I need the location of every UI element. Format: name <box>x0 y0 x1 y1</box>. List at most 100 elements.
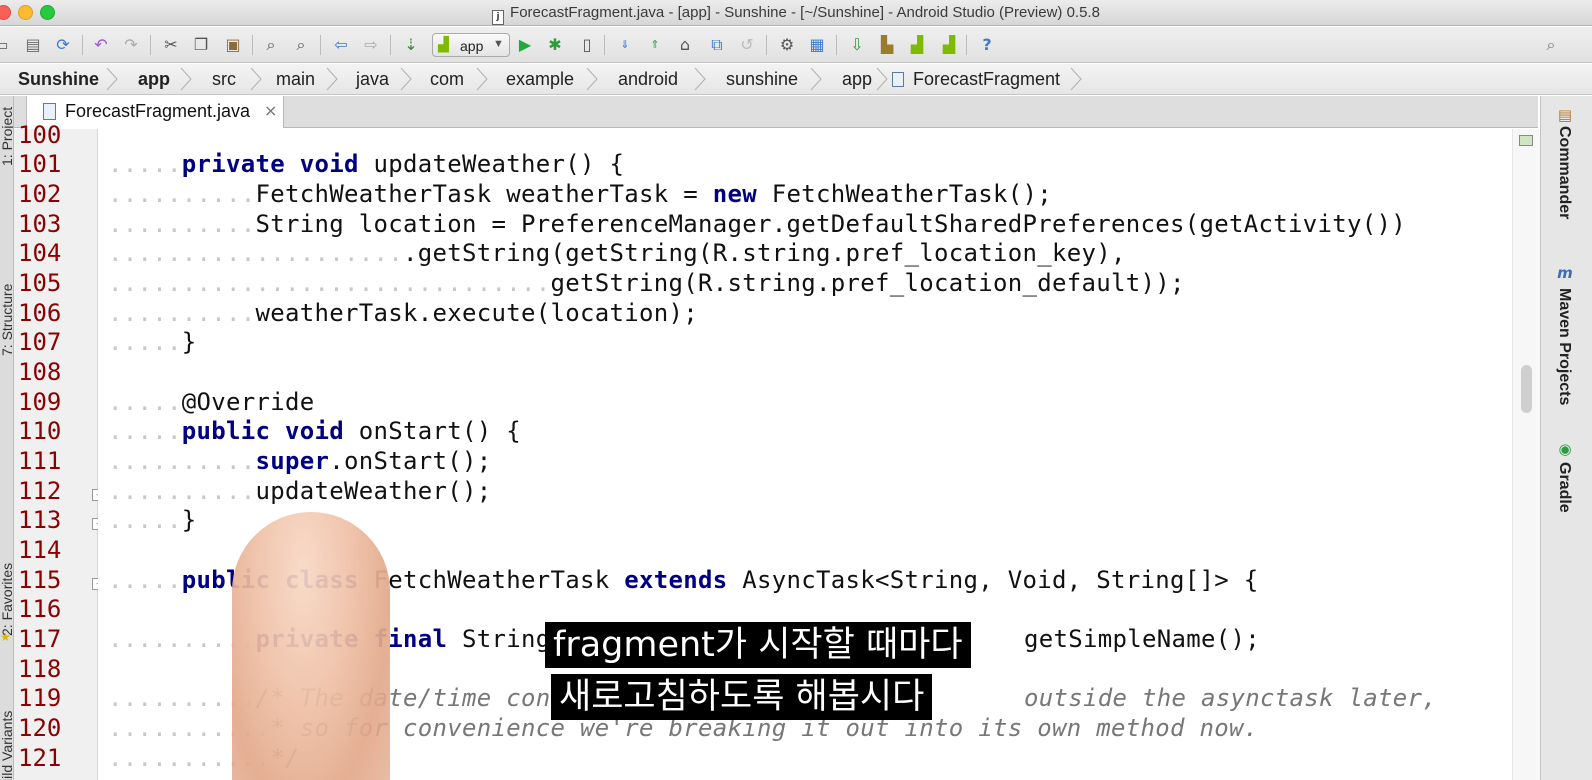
breadcrumb-separator-icon <box>106 67 118 91</box>
debug-icon[interactable]: ✱ <box>544 34 566 56</box>
line-number: 121 <box>18 744 62 772</box>
line-number: 109 <box>18 388 62 416</box>
vcs-push-icon[interactable]: ⌂ <box>674 34 696 56</box>
subtitle-line-1: fragment가 시작할 때마다 <box>545 622 971 668</box>
toolbar-separator <box>836 35 837 55</box>
copy-icon[interactable]: ❐ <box>190 34 212 56</box>
android-device-monitor-icon[interactable]: ▟ <box>906 34 928 56</box>
window-title-wrap: j ForecastFragment.java - [app] - Sunshin… <box>0 4 1592 25</box>
code-line-101: .....private void updateWeather() { <box>108 150 625 178</box>
toolbar-separator <box>320 35 321 55</box>
right-tool-window-strip: ▤ Commander m Maven Projects ◉ Gradle <box>1540 96 1592 780</box>
compare-icon[interactable]: ⧉ <box>706 34 728 56</box>
inspection-status-icon[interactable] <box>1519 135 1533 146</box>
find-icon[interactable]: ⌕ <box>260 34 282 56</box>
save-icon[interactable]: ▤ <box>22 34 44 56</box>
breadcrumb-separator-icon <box>586 67 598 91</box>
back-icon[interactable]: ⇦ <box>330 34 352 56</box>
breadcrumb-separator-icon <box>400 67 412 91</box>
paste-icon[interactable]: ▣ <box>222 34 244 56</box>
code-line-109: .....@Override <box>108 388 315 416</box>
breadcrumb-module[interactable]: app <box>138 69 170 90</box>
line-number: 104 <box>18 239 62 267</box>
main-toolbar: ▭ ▤ ⟳ ↶ ↷ ✂ ❐ ▣ ⌕ ⌕ ⇦ ⇨ ⇣ ▟ app ▼ ▶ ✱ ▯ … <box>0 27 1592 63</box>
line-number: 113 <box>18 506 62 534</box>
title-bar: j ForecastFragment.java - [app] - Sunshin… <box>0 0 1592 26</box>
search-icon[interactable]: ⌕ <box>1540 34 1562 56</box>
breadcrumb-separator-icon <box>1070 67 1082 91</box>
tool-window-structure[interactable]: 7: Structure <box>0 284 13 356</box>
code-line-113: .....} <box>108 506 197 534</box>
tool-window-favorites[interactable]: 2: Favorites <box>0 563 13 636</box>
scrollbar-thumb[interactable] <box>1521 365 1532 413</box>
close-icon[interactable]: × <box>264 101 277 120</box>
tool-window-maven-projects[interactable]: Maven Projects <box>1555 288 1573 405</box>
toolbar-separator <box>82 35 83 55</box>
project-structure-icon[interactable]: ▦ <box>806 34 828 56</box>
run-configuration-dropdown[interactable]: ▟ app ▼ <box>432 33 510 57</box>
line-number: 110 <box>18 417 62 445</box>
help-icon[interactable]: ? <box>976 34 998 56</box>
toolbar-separator <box>150 35 151 55</box>
tool-window-commander[interactable]: Commander <box>1555 126 1573 219</box>
code-line-119-tail: outside the asynctask later, <box>1024 684 1437 712</box>
undo-icon[interactable]: ↶ <box>90 34 112 56</box>
settings-icon[interactable]: ⚙ <box>776 34 798 56</box>
attach-debugger-icon[interactable]: ▯ <box>576 34 598 56</box>
avd-manager-icon[interactable]: ▙ <box>876 34 898 56</box>
breadcrumb-com[interactable]: com <box>430 69 464 90</box>
editor-gutter: 100 101 102 103 104 105 106 107 108 109 … <box>14 121 98 780</box>
breadcrumb-sunshine[interactable]: sunshine <box>726 69 798 90</box>
android-icon[interactable]: ▟ <box>938 34 960 56</box>
breadcrumb-separator-icon <box>326 67 338 91</box>
subtitle-line-2: 새로고침하도록 해봅시다 <box>551 674 933 720</box>
toolbar-separator <box>766 35 767 55</box>
code-line-102: ..........FetchWeatherTask weatherTask =… <box>108 180 1052 208</box>
editor-tab-bar: ForecastFragment.java × <box>14 96 1538 128</box>
breadcrumb-android[interactable]: android <box>618 69 678 90</box>
favorites-star-icon: ★ <box>0 630 11 644</box>
breadcrumb-project[interactable]: Sunshine <box>18 69 99 90</box>
make-icon[interactable]: ⇣ <box>400 34 422 56</box>
redo-icon[interactable]: ↷ <box>120 34 142 56</box>
finger-overlay <box>232 512 390 780</box>
vcs-commit-icon[interactable]: ⇑ <box>644 34 666 56</box>
forward-icon[interactable]: ⇨ <box>360 34 382 56</box>
breadcrumb-java[interactable]: java <box>356 69 389 90</box>
run-icon[interactable]: ▶ <box>514 34 536 56</box>
maven-icon: m <box>1557 264 1573 282</box>
cut-icon[interactable]: ✂ <box>160 34 182 56</box>
toolbar-separator <box>252 35 253 55</box>
sdk-manager-icon[interactable]: ⇩ <box>846 34 868 56</box>
left-tool-window-strip: 1: Project 7: Structure 2: Favorites ★ B… <box>0 96 14 780</box>
breadcrumb-separator-icon <box>694 67 706 91</box>
editor-scrollbar[interactable] <box>1512 129 1540 780</box>
chevron-down-icon: ▼ <box>493 38 504 50</box>
tool-window-gradle[interactable]: Gradle <box>1555 462 1573 513</box>
run-config-label: app <box>460 38 484 54</box>
class-file-icon <box>892 72 904 87</box>
line-number: 119 <box>18 684 62 712</box>
tool-window-project[interactable]: 1: Project <box>0 107 13 166</box>
replace-icon[interactable]: ⌕ <box>290 34 312 56</box>
tab-forecast-fragment[interactable]: ForecastFragment.java × <box>26 96 284 128</box>
breadcrumb-app[interactable]: app <box>842 69 872 90</box>
line-number: 103 <box>18 210 62 238</box>
code-line-105: ..............................getString(… <box>108 269 1185 297</box>
code-line-111: ..........super.onStart(); <box>108 447 492 475</box>
breadcrumb-separator-icon <box>250 67 262 91</box>
breadcrumb-src[interactable]: src <box>212 69 236 90</box>
breadcrumb-class[interactable]: ForecastFragment <box>913 69 1060 90</box>
window-title: ForecastFragment.java - [app] - Sunshine… <box>510 4 1100 21</box>
line-number: 101 <box>18 150 62 178</box>
sync-icon[interactable]: ⟳ <box>52 34 74 56</box>
revert-icon[interactable]: ↺ <box>736 34 758 56</box>
breadcrumb-separator-icon <box>876 67 888 91</box>
vcs-update-icon[interactable]: ⇓ <box>614 34 636 56</box>
tool-window-build-variants[interactable]: Build Variants <box>0 711 13 780</box>
open-icon[interactable]: ▭ <box>0 34 12 56</box>
breadcrumb-main[interactable]: main <box>276 69 315 90</box>
breadcrumb-example[interactable]: example <box>506 69 574 90</box>
line-number: 105 <box>18 269 62 297</box>
line-number: 116 <box>18 595 62 623</box>
